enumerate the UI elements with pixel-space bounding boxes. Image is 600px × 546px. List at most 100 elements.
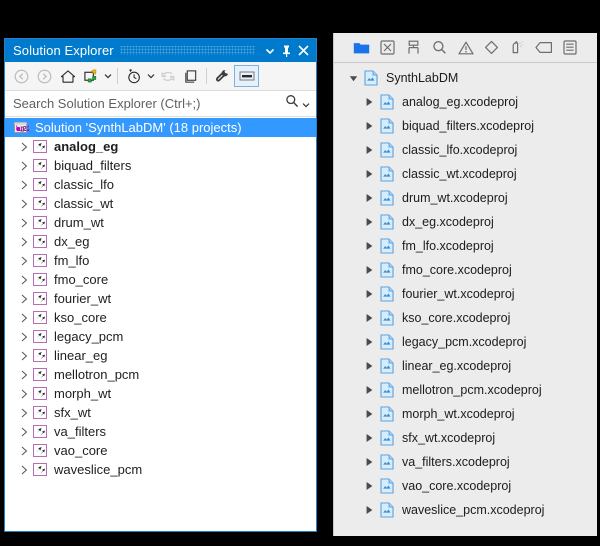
disclosure-triangle-collapsed-icon[interactable] — [362, 97, 376, 107]
project-row[interactable]: dx_eg — [5, 232, 316, 251]
chevron-down-icon[interactable] — [261, 41, 278, 60]
disclosure-triangle-collapsed-icon[interactable] — [362, 361, 376, 371]
xcode-root-row[interactable]: SynthLabDM — [334, 66, 597, 90]
expander-triangle-icon[interactable] — [16, 310, 32, 326]
project-row[interactable]: fmo_core — [5, 270, 316, 289]
project-row[interactable]: sfx_wt — [5, 403, 316, 422]
project-row[interactable]: fm_lfo — [5, 251, 316, 270]
disclosure-triangle-collapsed-icon[interactable] — [362, 433, 376, 443]
search-input[interactable]: Search Solution Explorer (Ctrl+;) — [13, 96, 285, 111]
xcode-file-row[interactable]: fmo_core.xcodeproj — [334, 258, 597, 282]
back-icon[interactable] — [10, 65, 33, 87]
preview-selected-items-icon[interactable] — [234, 65, 259, 87]
xcode-file-row[interactable]: dx_eg.xcodeproj — [334, 210, 597, 234]
breakpoint-navigator-icon[interactable] — [533, 38, 555, 58]
xcode-file-row[interactable]: morph_wt.xcodeproj — [334, 402, 597, 426]
project-row[interactable]: morph_wt — [5, 384, 316, 403]
properties-icon[interactable] — [211, 65, 234, 87]
disclosure-triangle-expanded-icon[interactable] — [346, 74, 360, 83]
disclosure-triangle-collapsed-icon[interactable] — [362, 409, 376, 419]
search-solution-explorer-bar[interactable]: Search Solution Explorer (Ctrl+;) — [5, 91, 316, 117]
expander-triangle-icon[interactable] — [16, 291, 32, 307]
project-row[interactable]: waveslice_pcm — [5, 460, 316, 479]
project-row[interactable]: classic_wt — [5, 194, 316, 213]
xcode-file-row[interactable]: kso_core.xcodeproj — [334, 306, 597, 330]
xcode-file-row[interactable]: analog_eg.xcodeproj — [334, 90, 597, 114]
disclosure-triangle-collapsed-icon[interactable] — [362, 289, 376, 299]
xcode-file-row[interactable]: classic_wt.xcodeproj — [334, 162, 597, 186]
project-row[interactable]: vao_core — [5, 441, 316, 460]
disclosure-triangle-collapsed-icon[interactable] — [362, 265, 376, 275]
disclosure-triangle-collapsed-icon[interactable] — [362, 193, 376, 203]
expander-triangle-icon[interactable] — [16, 234, 32, 250]
expander-triangle-icon[interactable] — [16, 462, 32, 478]
expander-triangle-icon[interactable] — [16, 253, 32, 269]
pin-icon[interactable] — [278, 41, 295, 60]
expander-triangle-icon[interactable] — [16, 177, 32, 193]
project-row[interactable]: analog_eg — [5, 137, 316, 156]
search-options-caret-icon[interactable] — [302, 95, 310, 113]
xcode-file-row[interactable]: waveslice_pcm.xcodeproj — [334, 498, 597, 522]
expander-triangle-icon[interactable] — [16, 386, 32, 402]
test-navigator-icon[interactable] — [481, 38, 503, 58]
xcode-file-row[interactable]: mellotron_pcm.xcodeproj — [334, 378, 597, 402]
project-navigator-icon[interactable] — [351, 38, 373, 58]
expander-triangle-icon[interactable] — [16, 215, 32, 231]
xcode-file-row[interactable]: biquad_filters.xcodeproj — [334, 114, 597, 138]
expander-triangle-icon[interactable] — [16, 196, 32, 212]
project-row[interactable]: classic_lfo — [5, 175, 316, 194]
project-row[interactable]: mellotron_pcm — [5, 365, 316, 384]
xcode-file-row[interactable]: va_filters.xcodeproj — [334, 450, 597, 474]
xcode-file-row[interactable]: classic_lfo.xcodeproj — [334, 138, 597, 162]
disclosure-triangle-collapsed-icon[interactable] — [362, 505, 376, 515]
disclosure-triangle-collapsed-icon[interactable] — [362, 169, 376, 179]
sync-with-active-document-icon[interactable] — [79, 65, 102, 87]
project-row[interactable]: kso_core — [5, 308, 316, 327]
solution-tree[interactable]: \u221e Solution 'SynthLabDM' (18 project… — [5, 117, 316, 531]
xcode-file-row[interactable]: linear_eg.xcodeproj — [334, 354, 597, 378]
xcode-file-row[interactable]: fourier_wt.xcodeproj — [334, 282, 597, 306]
disclosure-triangle-collapsed-icon[interactable] — [362, 145, 376, 155]
xcode-file-row[interactable]: vao_core.xcodeproj — [334, 474, 597, 498]
disclosure-triangle-collapsed-icon[interactable] — [362, 121, 376, 131]
refresh-icon[interactable] — [156, 65, 179, 87]
issue-navigator-icon[interactable] — [455, 38, 477, 58]
expander-triangle-icon[interactable] — [16, 405, 32, 421]
symbol-navigator-icon[interactable] — [403, 38, 425, 58]
expander-triangle-icon[interactable] — [16, 348, 32, 364]
project-row[interactable]: legacy_pcm — [5, 327, 316, 346]
debug-navigator-icon[interactable] — [507, 38, 529, 58]
expander-triangle-icon[interactable] — [16, 443, 32, 459]
source-control-navigator-icon[interactable] — [377, 38, 399, 58]
show-all-files-icon[interactable] — [179, 65, 202, 87]
project-navigator-tree[interactable]: SynthLabDM analog_eg.xcodeproj biquad_fil… — [334, 63, 597, 536]
disclosure-triangle-collapsed-icon[interactable] — [362, 457, 376, 467]
disclosure-triangle-collapsed-icon[interactable] — [362, 481, 376, 491]
report-navigator-icon[interactable] — [559, 38, 581, 58]
search-icon[interactable] — [285, 94, 299, 113]
xcode-file-row[interactable]: sfx_wt.xcodeproj — [334, 426, 597, 450]
expander-triangle-icon[interactable] — [16, 367, 32, 383]
expander-triangle-icon[interactable] — [16, 272, 32, 288]
project-row[interactable]: linear_eg — [5, 346, 316, 365]
disclosure-triangle-collapsed-icon[interactable] — [362, 337, 376, 347]
expander-triangle-icon[interactable] — [16, 424, 32, 440]
disclosure-triangle-collapsed-icon[interactable] — [362, 241, 376, 251]
forward-icon[interactable] — [33, 65, 56, 87]
sync-dropdown-caret-icon[interactable] — [102, 65, 113, 87]
project-row[interactable]: va_filters — [5, 422, 316, 441]
disclosure-triangle-collapsed-icon[interactable] — [362, 385, 376, 395]
solution-root-row[interactable]: \u221e Solution 'SynthLabDM' (18 project… — [5, 118, 316, 137]
xcode-file-row[interactable]: fm_lfo.xcodeproj — [334, 234, 597, 258]
disclosure-triangle-collapsed-icon[interactable] — [362, 217, 376, 227]
expander-triangle-icon[interactable] — [16, 139, 32, 155]
pending-changes-caret-icon[interactable] — [145, 65, 156, 87]
xcode-file-row[interactable]: legacy_pcm.xcodeproj — [334, 330, 597, 354]
expander-triangle-icon[interactable] — [16, 158, 32, 174]
home-icon[interactable] — [56, 65, 79, 87]
pending-changes-icon[interactable] — [122, 65, 145, 87]
xcode-file-row[interactable]: drum_wt.xcodeproj — [334, 186, 597, 210]
project-row[interactable]: biquad_filters — [5, 156, 316, 175]
project-row[interactable]: drum_wt — [5, 213, 316, 232]
close-icon[interactable] — [295, 41, 312, 60]
